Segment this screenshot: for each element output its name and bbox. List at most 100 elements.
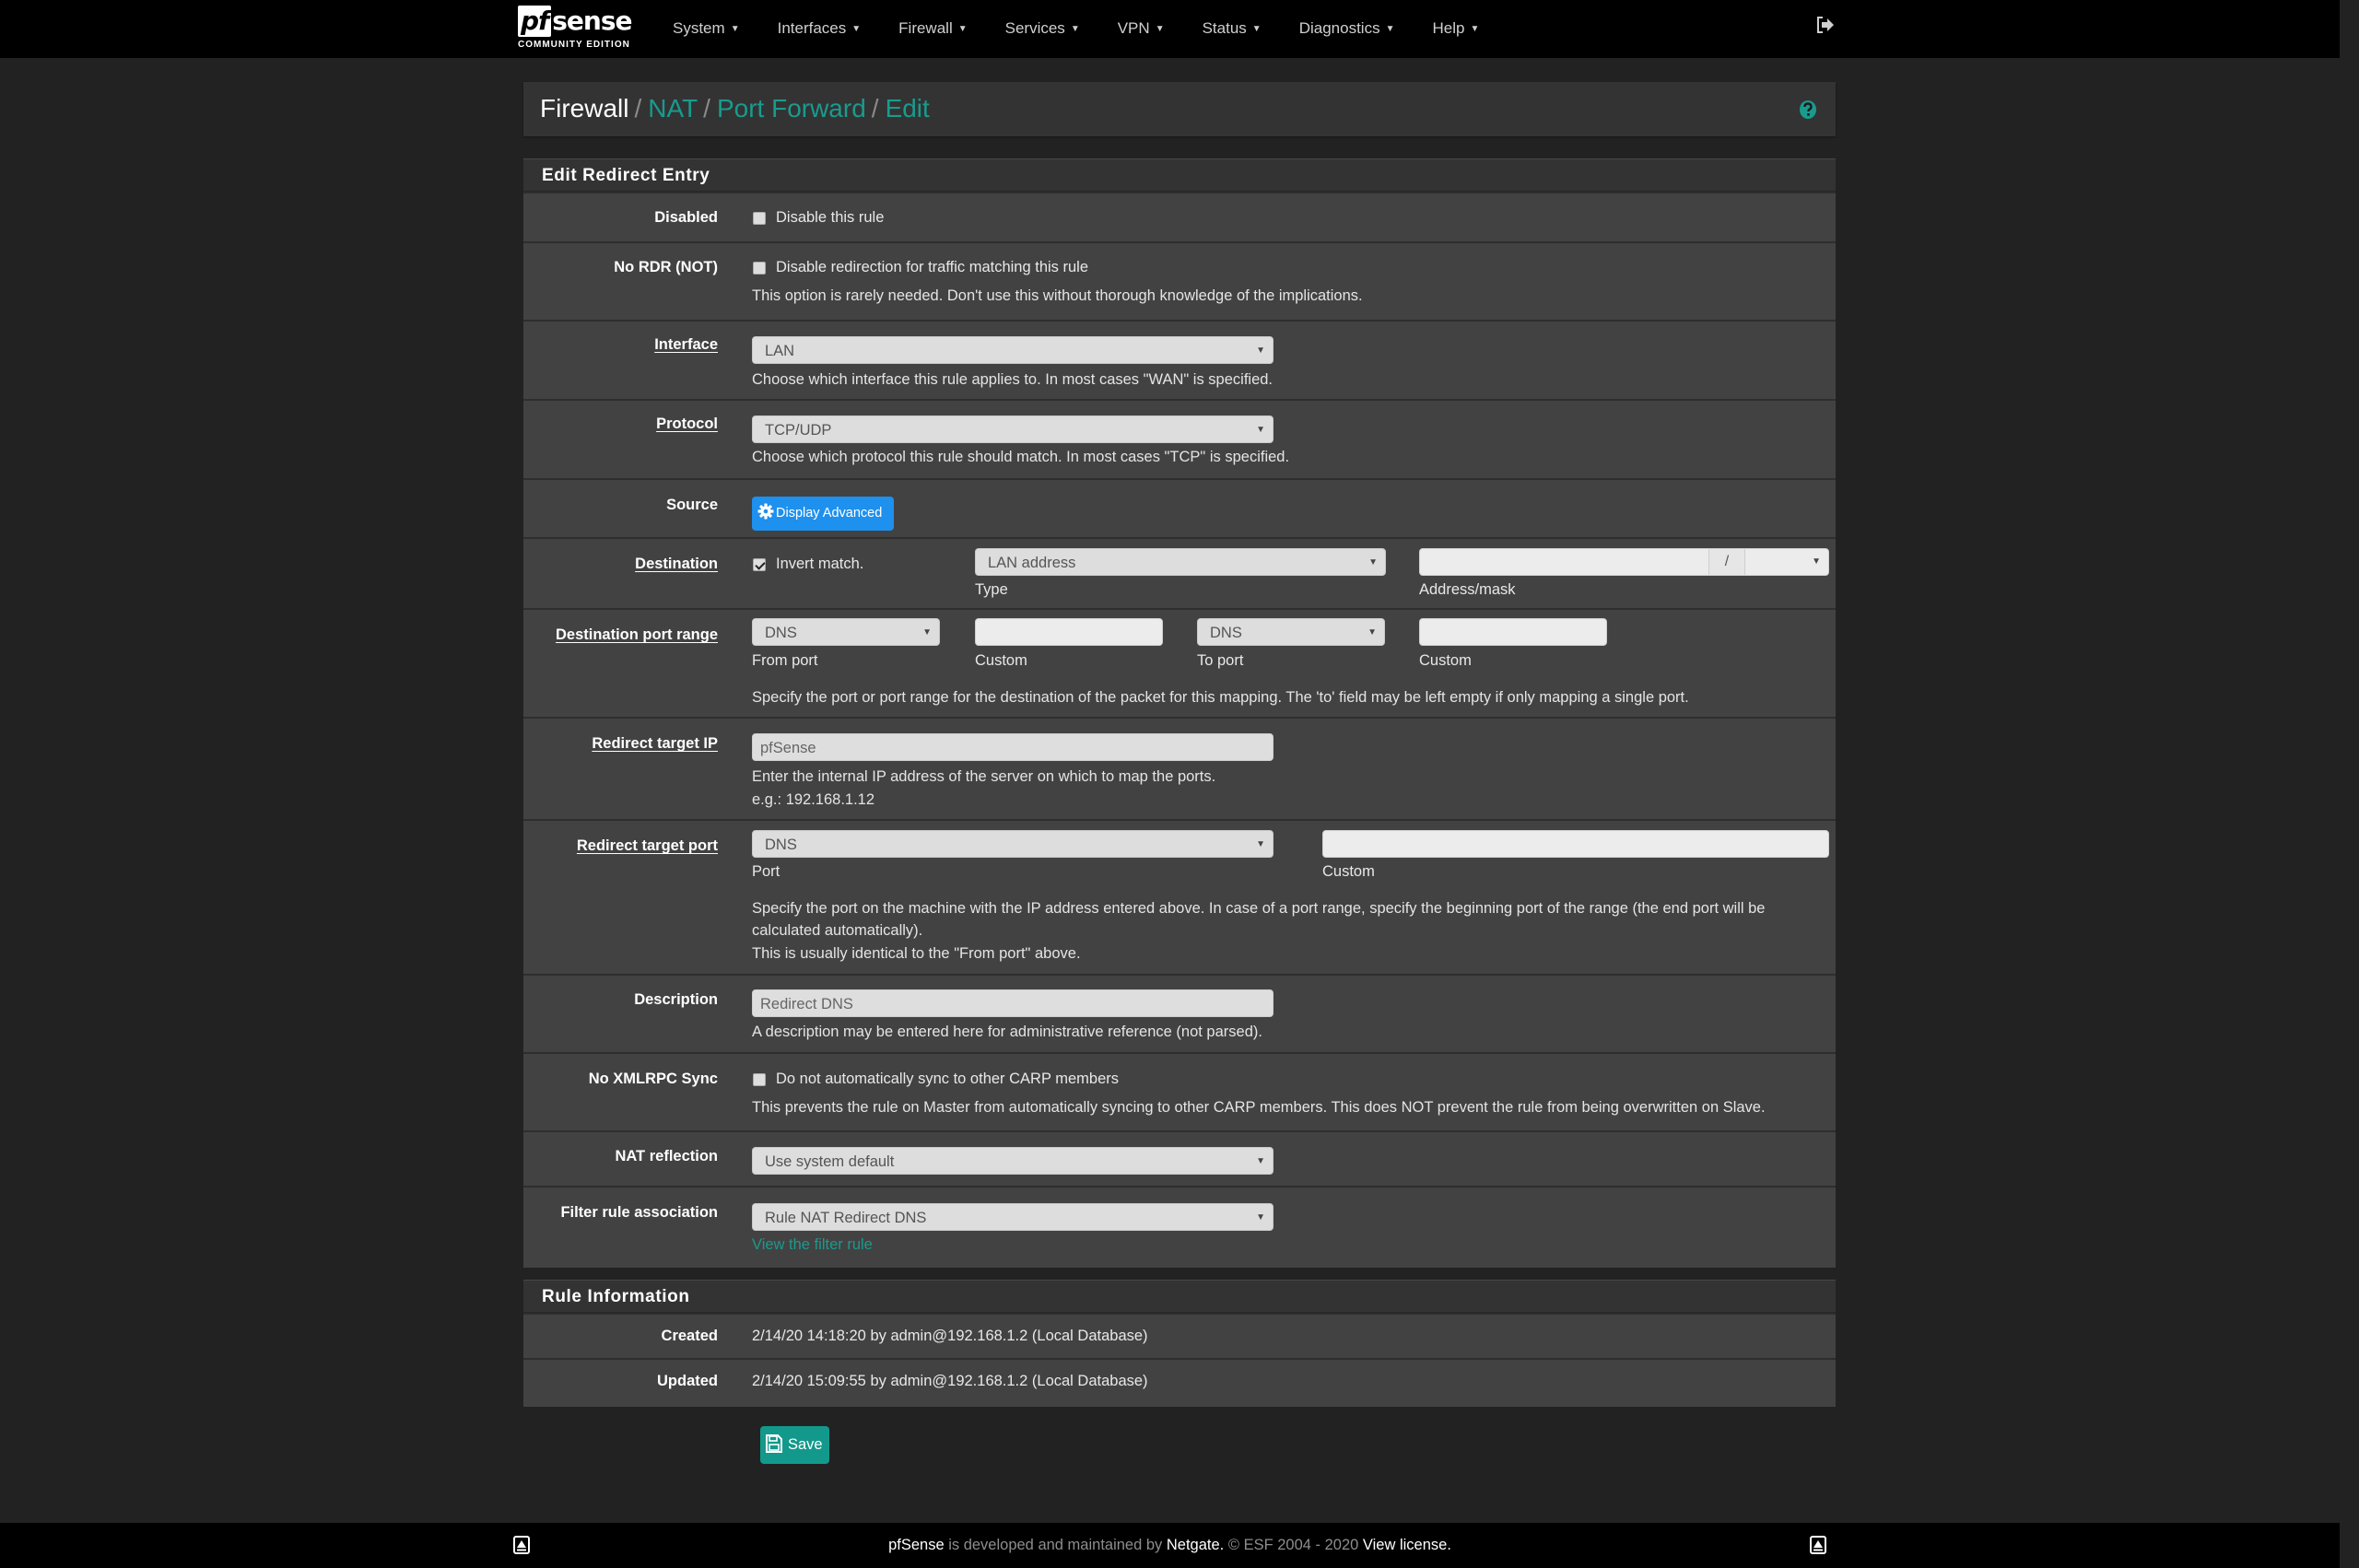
invert-match-label[interactable]: Invert match. (776, 556, 863, 573)
created-label: Created (661, 1328, 718, 1344)
caret-down-icon: ▼ (1470, 24, 1480, 34)
logout-icon[interactable] (1815, 15, 1836, 35)
nordr-hint: This option is rarely needed. Don't use … (752, 287, 1363, 304)
dropdown-arrow-icon: ▼ (1367, 627, 1377, 638)
row-redirect-port: Redirect target port DNS ▼ Port Custom Sp… (523, 819, 1836, 974)
menu-services[interactable]: Services ▼ (1005, 0, 1080, 58)
row-disabled: Disabled Disable this rule (523, 192, 1836, 241)
edit-redirect-panel: Edit Redirect Entry Disabled Disable thi… (523, 158, 1836, 1268)
redirect-port-label: Redirect target port (576, 837, 718, 854)
pfsense-logo[interactable]: pf sense COMMUNITY EDITION (518, 6, 638, 52)
destination-address-group: / ▼ (1419, 548, 1829, 576)
view-license-link[interactable]: View license. (1363, 1537, 1451, 1553)
interface-hint: Choose which interface this rule applies… (752, 371, 1273, 388)
dropdown-arrow-icon: ▼ (1812, 556, 1821, 567)
menu-diagnostics[interactable]: Diagnostics ▼ (1299, 0, 1395, 58)
view-filter-rule-link[interactable]: View the filter rule (752, 1236, 873, 1254)
scroll-top-icon[interactable] (1810, 1536, 1826, 1554)
noxmlrpc-checkbox[interactable] (753, 1073, 766, 1086)
dropdown-arrow-icon: ▼ (922, 627, 932, 638)
row-source: Source Display Advanced (523, 478, 1836, 537)
footer-text-2: © ESF 2004 - 2020 (1224, 1537, 1363, 1553)
footer-text-1: is developed and maintained by (944, 1537, 1167, 1553)
dropdown-arrow-icon: ▼ (1256, 425, 1265, 435)
breadcrumb-port-forward[interactable]: Port Forward (717, 94, 866, 123)
menu-help[interactable]: Help ▼ (1432, 0, 1479, 58)
redirect-ip-hint: Enter the internal IP address of the ser… (752, 768, 1216, 785)
interface-select[interactable]: LAN ▼ (752, 336, 1273, 364)
to-port-select[interactable]: DNS ▼ (1197, 618, 1385, 646)
to-custom-caption: Custom (1419, 652, 1472, 669)
redirect-port-value: DNS (765, 837, 797, 853)
redirect-port-custom-input[interactable] (1322, 830, 1829, 858)
row-noxmlrpc: No XMLRPC Sync Do not automatically sync… (523, 1052, 1836, 1130)
noxmlrpc-checkbox-label[interactable]: Do not automatically sync to other CARP … (776, 1071, 1119, 1088)
netgate-link[interactable]: Netgate. (1167, 1537, 1224, 1553)
logo-edition: COMMUNITY EDITION (518, 40, 630, 50)
protocol-select-value: TCP/UDP (765, 422, 832, 439)
breadcrumb-nat[interactable]: NAT (648, 94, 698, 123)
menu-label: Diagnostics (1298, 19, 1380, 37)
row-description: Description Redirect DNS A description m… (523, 974, 1836, 1052)
from-port-custom-input[interactable] (975, 618, 1163, 646)
to-port-custom-input[interactable] (1419, 618, 1607, 646)
from-port-select[interactable]: DNS ▼ (752, 618, 940, 646)
protocol-hint: Choose which protocol this rule should m… (752, 449, 1290, 465)
destination-type-select[interactable]: LAN address ▼ (975, 548, 1386, 576)
disable-rule-checkbox-label[interactable]: Disable this rule (776, 209, 884, 227)
redirect-ip-example: e.g.: 192.168.1.12 (752, 791, 875, 808)
filter-assoc-select[interactable]: Rule NAT Redirect DNS ▼ (752, 1203, 1273, 1231)
rule-info-title: Rule Information (523, 1280, 1836, 1313)
destination-address-input[interactable] (1420, 549, 1708, 575)
nat-reflection-value: Use system default (765, 1153, 895, 1170)
description-input[interactable]: Redirect DNS (752, 989, 1273, 1017)
menu-status[interactable]: Status ▼ (1203, 0, 1262, 58)
row-nordr: No RDR (NOT) Disable redirection for tra… (523, 241, 1836, 320)
interface-label: Interface (654, 336, 718, 353)
caret-down-icon: ▼ (851, 24, 862, 34)
breadcrumb-edit[interactable]: Edit (886, 94, 930, 123)
disable-rule-checkbox[interactable] (753, 212, 766, 225)
dropdown-arrow-icon: ▼ (1256, 1212, 1265, 1223)
destination-type-value: LAN address (988, 555, 1076, 571)
menu-firewall[interactable]: Firewall ▼ (898, 0, 967, 58)
display-advanced-label: Display Advanced (776, 506, 883, 521)
redirect-port-hint-2: calculated automatically). (752, 922, 923, 939)
redirect-ip-input[interactable]: pfSense (752, 733, 1273, 761)
protocol-select[interactable]: TCP/UDP ▼ (752, 415, 1273, 443)
disabled-label: Disabled (654, 209, 718, 226)
help-icon[interactable] (1799, 99, 1817, 120)
menu-interfaces[interactable]: Interfaces ▼ (778, 0, 862, 58)
redirect-port-hint-3: This is usually identical to the "From p… (752, 945, 1081, 962)
caret-down-icon: ▼ (1155, 24, 1165, 34)
display-advanced-button[interactable]: Display Advanced (752, 497, 894, 531)
nordr-checkbox-label[interactable]: Disable redirection for traffic matching… (776, 259, 1088, 276)
destination-mask-select[interactable]: ▼ (1745, 549, 1828, 575)
caret-down-icon: ▼ (730, 24, 740, 34)
top-navbar: pf sense COMMUNITY EDITION System ▼ Interf… (0, 0, 2340, 58)
menu-label: VPN (1117, 19, 1150, 37)
row-destination: Destination Invert match. LAN address ▼ T… (523, 537, 1836, 608)
caret-down-icon: ▼ (1251, 24, 1262, 34)
menu-label: Firewall (898, 19, 953, 37)
caret-down-icon: ▼ (1070, 24, 1080, 34)
row-filter-assoc: Filter rule association Rule NAT Redirec… (523, 1186, 1836, 1267)
logo-pf: pf (518, 6, 552, 37)
save-button[interactable]: Save (760, 1426, 829, 1464)
filter-assoc-value: Rule NAT Redirect DNS (765, 1210, 927, 1226)
from-port-caption: From port (752, 652, 818, 669)
menu-system[interactable]: System ▼ (673, 0, 740, 58)
updated-label: Updated (657, 1373, 718, 1389)
breadcrumb-bar: Firewall / NAT / Port Forward / Edit (523, 82, 1836, 136)
nat-reflection-select[interactable]: Use system default ▼ (752, 1147, 1273, 1175)
breadcrumb: Firewall / NAT / Port Forward / Edit (540, 93, 930, 124)
from-port-value: DNS (765, 625, 797, 641)
row-interface: Interface LAN ▼ Choose which interface th… (523, 320, 1836, 399)
row-redirect-ip: Redirect target IP pfSense Enter the int… (523, 717, 1836, 819)
invert-match-checkbox[interactable] (753, 558, 766, 571)
updated-value: 2/14/20 15:09:55 by admin@192.168.1.2 (L… (752, 1373, 1148, 1389)
menu-vpn[interactable]: VPN ▼ (1118, 0, 1165, 58)
redirect-port-select[interactable]: DNS ▼ (752, 830, 1273, 858)
nordr-checkbox[interactable] (753, 262, 766, 275)
breadcrumb-firewall: Firewall (540, 94, 629, 123)
